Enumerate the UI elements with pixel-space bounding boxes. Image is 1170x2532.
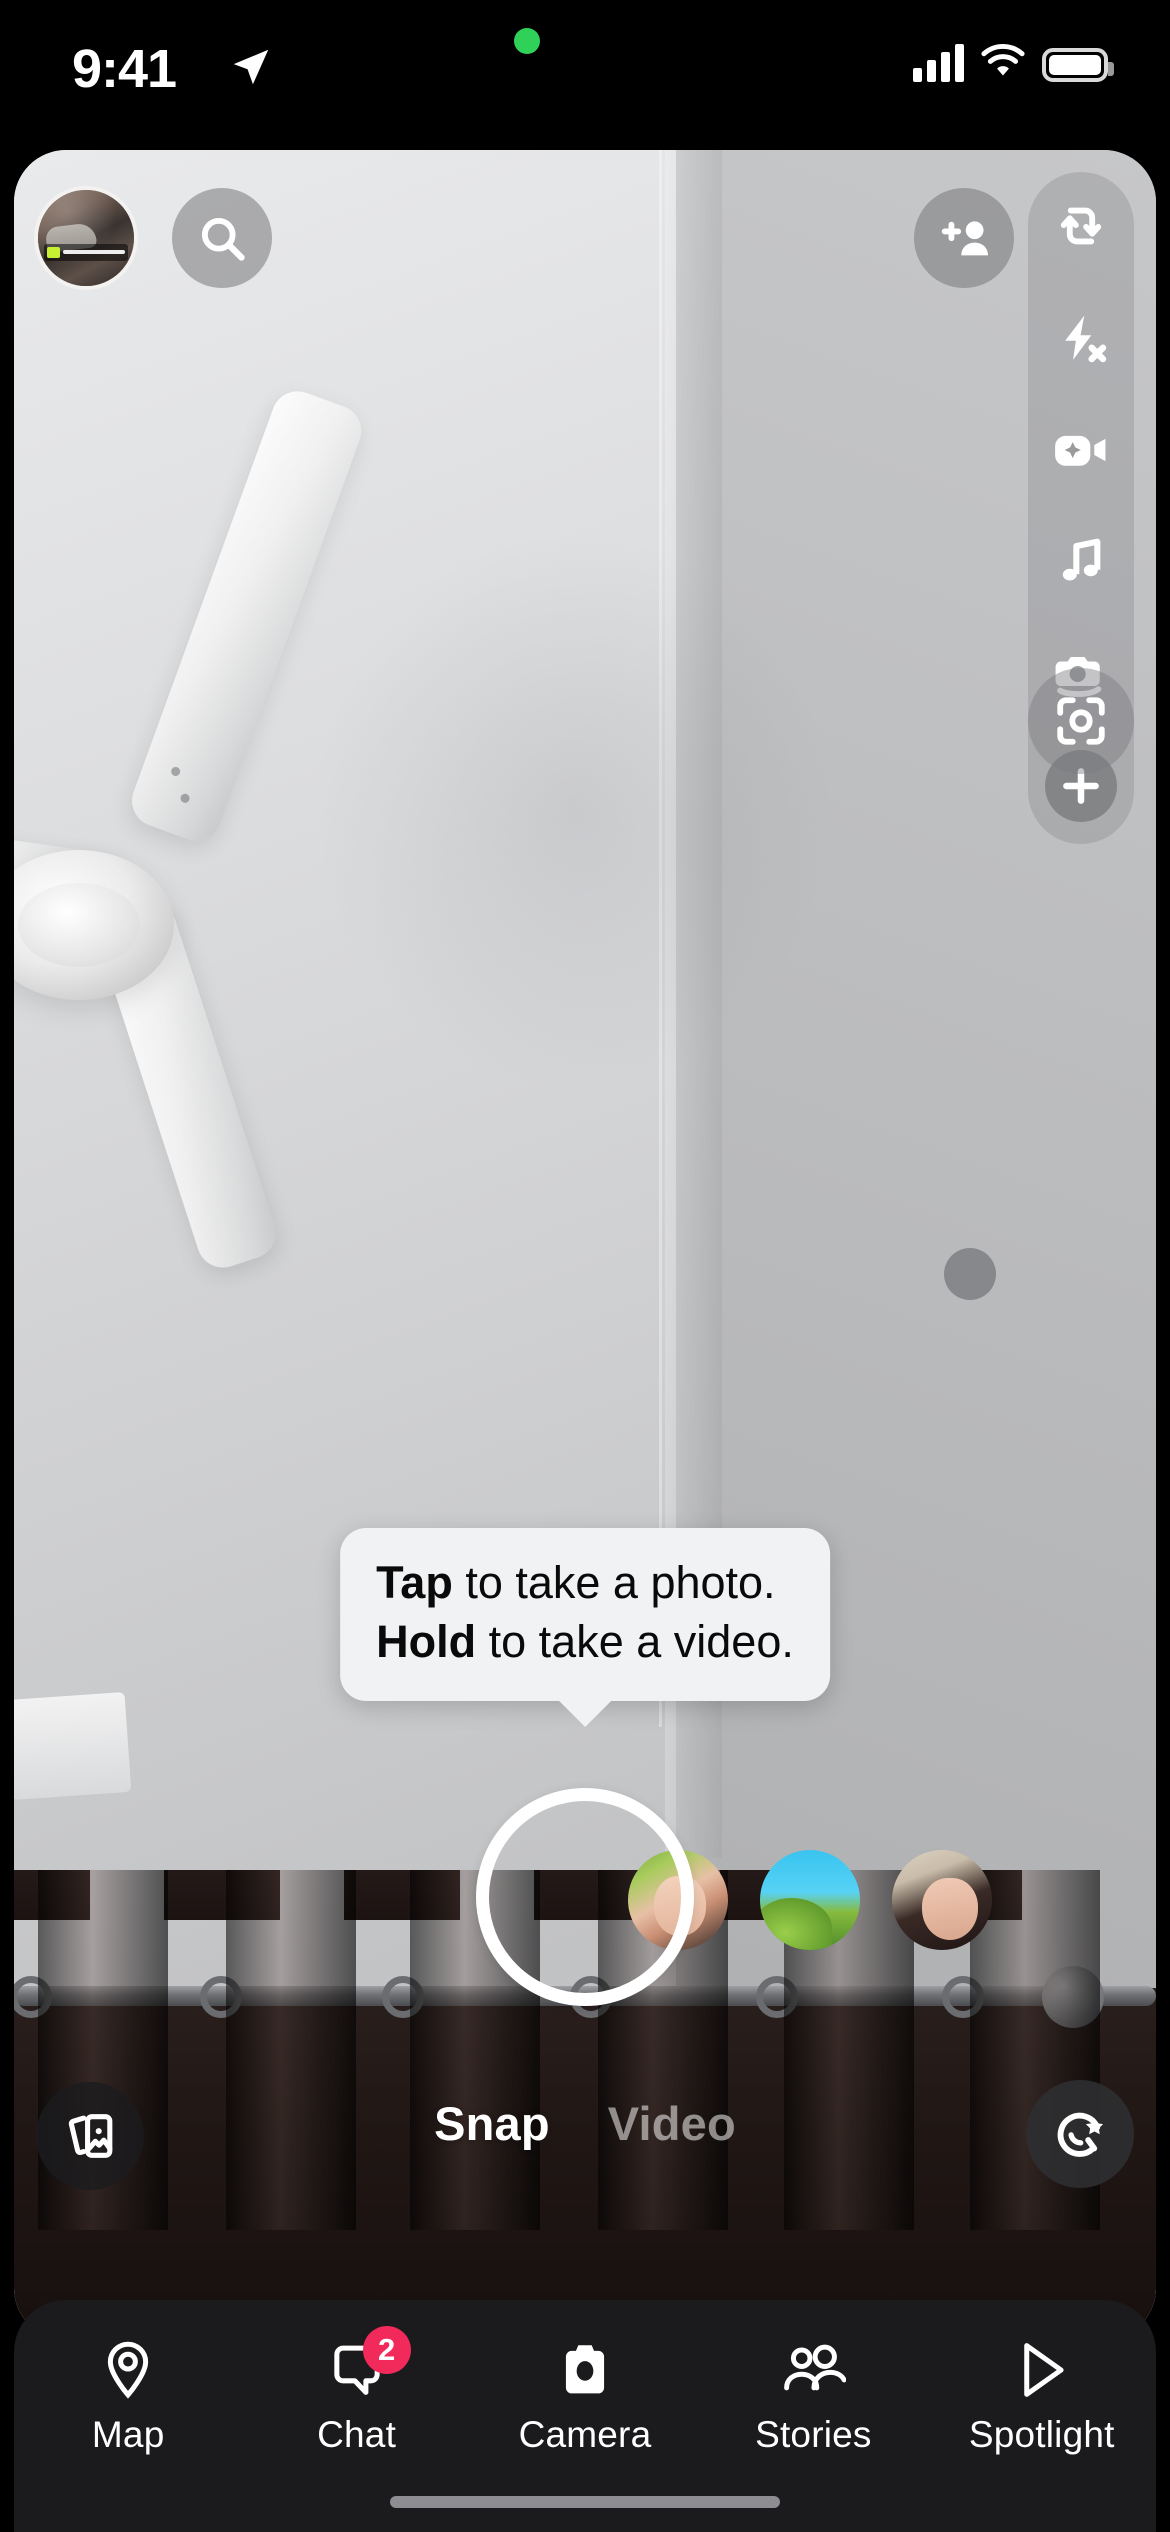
status-bar: 9:41: [0, 0, 1170, 150]
camera-top-controls: [14, 186, 1156, 316]
mode-video[interactable]: Video: [608, 2096, 736, 2151]
hint-line1-bold: Tap: [376, 1557, 453, 1608]
tab-label-map: Map: [91, 2414, 165, 2455]
people-icon: [780, 2338, 847, 2402]
lens-smiley-star-icon: [1057, 2112, 1104, 2157]
scan-button[interactable]: [1028, 668, 1134, 774]
home-indicator: [390, 2496, 780, 2508]
flash-off-icon: [1065, 315, 1107, 363]
hint-line2-bold: Hold: [376, 1615, 477, 1667]
flip-camera-button[interactable]: [1045, 190, 1117, 262]
tab-stories[interactable]: Stories: [718, 2338, 908, 2456]
chat-bubble-icon: 2: [328, 2326, 411, 2402]
camera-viewfinder[interactable]: Tap to take a photo. Hold to take a vide…: [14, 150, 1156, 2340]
location-arrow-icon: [233, 49, 269, 85]
music-note-icon: [1062, 538, 1101, 581]
tab-spotlight[interactable]: Spotlight: [947, 2338, 1137, 2456]
tab-chat[interactable]: 2 Chat: [262, 2326, 452, 2456]
ai-video-button[interactable]: [1045, 414, 1117, 486]
status-time: 9:41: [72, 39, 177, 99]
cellular-bars-icon: [913, 40, 964, 82]
search-button[interactable]: [172, 188, 272, 288]
story-thumb-2[interactable]: [760, 1850, 860, 1950]
tab-label-chat: Chat: [317, 2414, 397, 2455]
hint-line1-rest: to take a photo.: [452, 1557, 776, 1608]
add-friend-button[interactable]: [914, 188, 1014, 288]
phone-screen: 9:41 Tap to take a photo. Hold to take a…: [0, 0, 1170, 2532]
camera-preview-scene: [14, 150, 1156, 2340]
story-thumb-3[interactable]: [892, 1850, 992, 1950]
battery-full-icon: [1042, 48, 1114, 82]
camera-icon: [556, 2338, 614, 2402]
tab-label-camera: Camera: [518, 2414, 652, 2455]
wifi-icon: [981, 43, 1025, 76]
mode-snap[interactable]: Snap: [434, 2096, 550, 2151]
music-button[interactable]: [1045, 526, 1117, 598]
memories-icon: [68, 2114, 113, 2158]
status-right-cluster: [913, 40, 1114, 82]
play-arrow-icon: [1014, 2338, 1070, 2402]
chat-unread-badge: 2: [362, 2326, 411, 2374]
ai-video-icon: [1055, 435, 1106, 466]
tab-camera[interactable]: Camera: [490, 2338, 680, 2456]
flash-off-button[interactable]: [1045, 302, 1117, 374]
hint-line2-rest: to take a video.: [476, 1615, 794, 1667]
scan-icon: [1057, 697, 1105, 745]
recording-indicator-dot: [514, 28, 540, 54]
map-pin-icon: [99, 2338, 157, 2402]
search-icon: [201, 217, 245, 261]
tab-map[interactable]: Map: [33, 2338, 223, 2456]
lens-carousel-button[interactable]: [1026, 2080, 1134, 2188]
tab-label-stories: Stories: [755, 2414, 872, 2455]
wall-dot: [944, 1248, 996, 1300]
tab-label-spotlight: Spotlight: [968, 2414, 1115, 2455]
memories-button[interactable]: [36, 2082, 144, 2190]
wall-fixture: [14, 1691, 132, 1801]
flip-camera-icon: [1060, 207, 1102, 245]
avatar-music-overlay: [43, 243, 129, 262]
tooltip-arrow: [555, 1697, 615, 1727]
profile-avatar[interactable]: [34, 186, 138, 290]
capture-mode-switch: Snap Video: [14, 2096, 1156, 2151]
shutter-button[interactable]: [476, 1788, 694, 2006]
capture-hint-tooltip: Tap to take a photo. Hold to take a vide…: [340, 1528, 830, 1727]
add-friend-icon: [941, 221, 988, 256]
